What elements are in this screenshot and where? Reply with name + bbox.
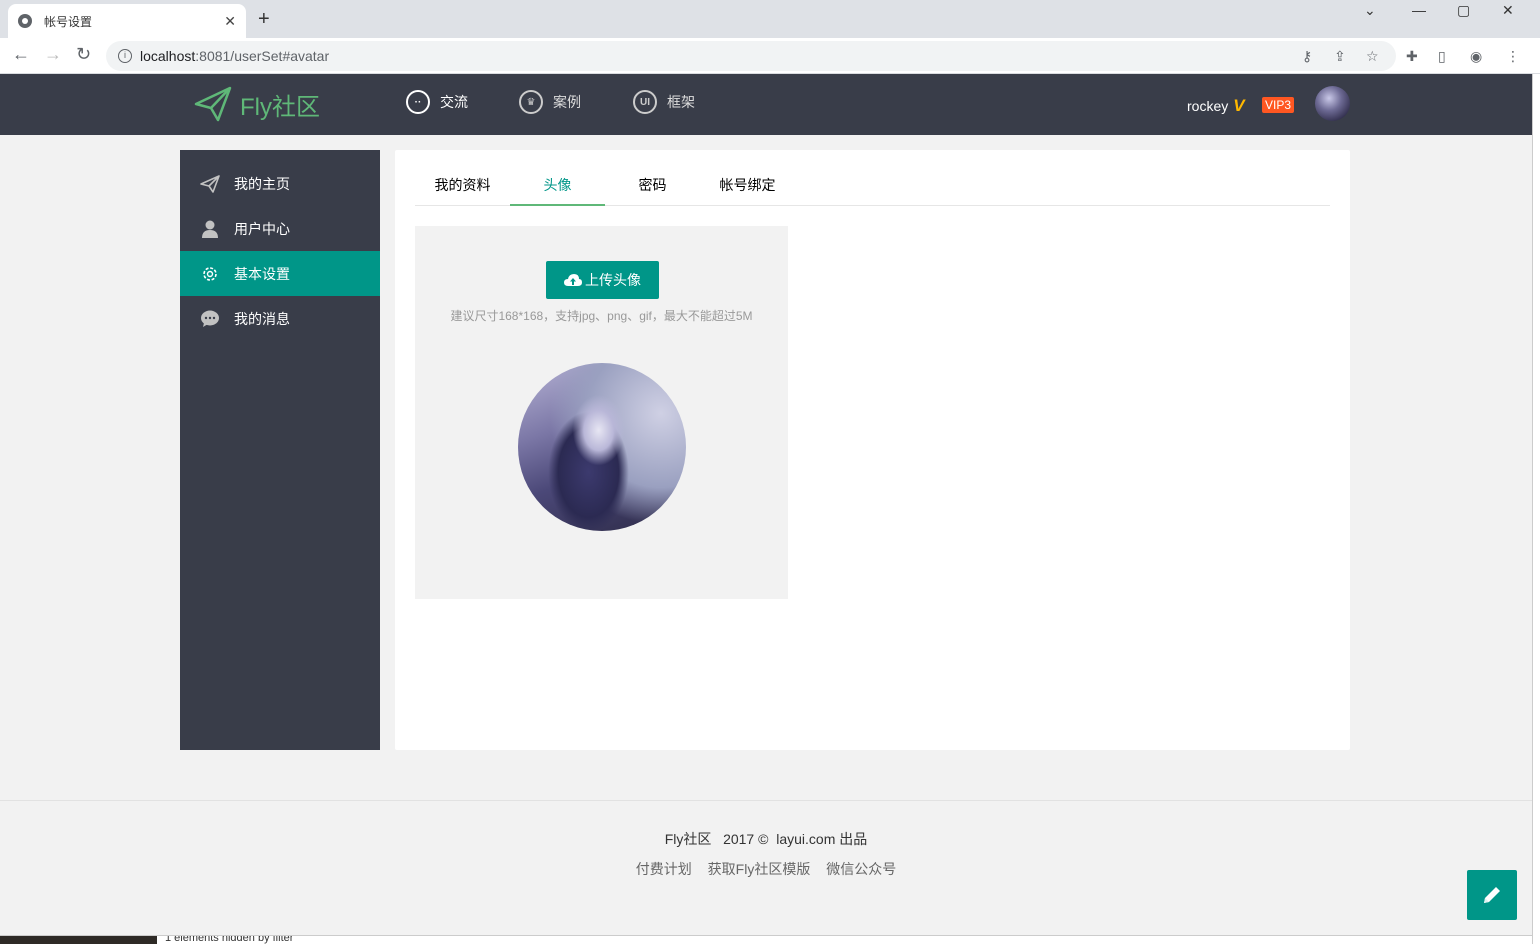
key-icon[interactable]: ⚷ [1302, 48, 1312, 65]
footer-link-wechat[interactable]: 微信公众号 [826, 861, 896, 877]
tab-profile[interactable]: 我的资料 [415, 166, 510, 206]
site-logo[interactable]: Fly社区 [194, 86, 320, 122]
message-icon [200, 309, 220, 329]
address-bar-row: ← → ↻ i localhost:8081/userSet#avatar ⚷ … [0, 38, 1540, 74]
forward-icon[interactable]: → [44, 44, 62, 65]
footer-links: 付费计划 获取Fly社区模版 微信公众号 [0, 859, 1532, 879]
browser-tab-title: 帐号设置 [44, 14, 93, 29]
sidebar-item-settings[interactable]: 基本设置 [180, 251, 380, 296]
share-icon[interactable]: ⇪ [1334, 48, 1346, 65]
new-tab-icon[interactable]: + [258, 8, 270, 31]
upload-avatar-label: 上传头像 [585, 272, 641, 288]
footer-site-link[interactable]: layui.com [776, 831, 835, 847]
footer-brand-link[interactable]: Fly社区 [665, 831, 712, 847]
favicon-icon [18, 14, 32, 28]
devtools-status-text: 1 elements hidden by filter [165, 935, 294, 944]
cloud-upload-icon [564, 274, 582, 286]
side-panel-icon[interactable]: ▯ [1438, 48, 1446, 65]
profile-icon[interactable]: ◉ [1470, 48, 1482, 65]
sidebar-item-home[interactable]: 我的主页 [180, 161, 380, 206]
crown-icon: ♛ [519, 90, 543, 114]
close-window-icon[interactable]: ✕ [1502, 2, 1514, 19]
extensions-icon[interactable]: ✚ [1406, 48, 1418, 65]
paper-plane-icon [200, 174, 220, 194]
minimize-icon[interactable]: — [1412, 2, 1426, 18]
paper-plane-logo-icon [194, 86, 232, 122]
browser-tab[interactable]: 帐号设置 ✕ [8, 4, 246, 38]
browser-tab-bar: 帐号设置 ✕ + ⌄ — ▢ ✕ [0, 0, 1540, 38]
footer-suffix: 出品 [839, 831, 868, 847]
nav-label: 案例 [553, 94, 581, 110]
settings-tabs: 我的资料 头像 密码 帐号绑定 [415, 166, 1330, 206]
footer-copyright: Fly社区 2017 © layui.com 出品 [0, 829, 1532, 849]
upload-avatar-button[interactable]: 上传头像 [546, 261, 659, 299]
close-tab-icon[interactable]: ✕ [224, 13, 236, 30]
settings-panel: 我的资料 头像 密码 帐号绑定 上传头像 建议尺寸168*168，支持jpg、p… [395, 150, 1350, 750]
site-footer: Fly社区 2017 © layui.com 出品 付费计划 获取Fly社区模版… [0, 800, 1532, 944]
vip-badge: VIP3 [1262, 97, 1295, 113]
sidebar-item-user-center[interactable]: 用户中心 [180, 206, 380, 251]
footer-link-paid-plan[interactable]: 付费计划 [636, 861, 692, 877]
username-link[interactable]: rockey V [1187, 96, 1245, 116]
gear-icon [200, 264, 220, 284]
url-host: localhost [140, 48, 196, 64]
sidebar: 我的主页 用户中心 基本设置 我的消息 [180, 150, 380, 750]
footer-year: 2017 © [723, 831, 769, 847]
url-field[interactable]: i localhost:8081/userSet#avatar [106, 41, 1396, 71]
header-avatar[interactable] [1315, 86, 1350, 121]
sidebar-item-messages[interactable]: 我的消息 [180, 296, 380, 341]
current-avatar-image [518, 363, 686, 531]
ui-icon: UI [633, 90, 657, 114]
nav-label: 框架 [667, 94, 695, 110]
avatar-upload-area: 上传头像 建议尺寸168*168，支持jpg、png、gif，最大不能超过5M [415, 226, 788, 599]
upload-hint: 建议尺寸168*168，支持jpg、png、gif，最大不能超过5M [450, 309, 753, 323]
sidebar-item-label: 我的主页 [234, 175, 290, 192]
footer-link-get-template[interactable]: 获取Fly社区模版 [708, 861, 811, 877]
bookmark-star-icon[interactable]: ☆ [1366, 48, 1379, 65]
tab-account-binding[interactable]: 帐号绑定 [700, 166, 795, 206]
tab-avatar[interactable]: 头像 [510, 166, 605, 206]
nav-item-exchange[interactable]: ·· 交流 [406, 90, 468, 114]
taskbar-fragment [0, 936, 157, 944]
sidebar-item-label: 我的消息 [234, 310, 290, 327]
logo-text: Fly社区 [240, 93, 320, 121]
site-info-icon[interactable]: i [118, 49, 132, 63]
devtools-status-bar: 1 elements hidden by filter [0, 935, 1532, 944]
maximize-icon[interactable]: ▢ [1457, 2, 1470, 19]
site-header: Fly社区 ·· 交流 ♛ 案例 UI 框架 rockey V [0, 74, 1532, 135]
user-icon [200, 219, 220, 239]
tab-search-icon[interactable]: ⌄ [1364, 2, 1376, 19]
menu-kebab-icon[interactable]: ⋮ [1506, 48, 1520, 65]
verified-icon: V [1233, 96, 1245, 115]
tab-password[interactable]: 密码 [605, 166, 700, 206]
chat-icon: ·· [406, 90, 430, 114]
sidebar-item-label: 基本设置 [234, 265, 290, 282]
back-icon[interactable]: ← [12, 44, 30, 65]
nav-item-cases[interactable]: ♛ 案例 [519, 90, 581, 114]
username: rockey [1187, 98, 1229, 114]
new-post-button[interactable] [1467, 870, 1517, 920]
nav-item-framework[interactable]: UI 框架 [633, 90, 695, 114]
url-path: :8081/userSet#avatar [195, 48, 330, 64]
sidebar-item-label: 用户中心 [234, 220, 290, 237]
nav-label: 交流 [440, 94, 468, 110]
reload-icon[interactable]: ↻ [76, 44, 91, 65]
devtools-edge [1532, 74, 1540, 944]
pencil-icon [1484, 887, 1500, 903]
